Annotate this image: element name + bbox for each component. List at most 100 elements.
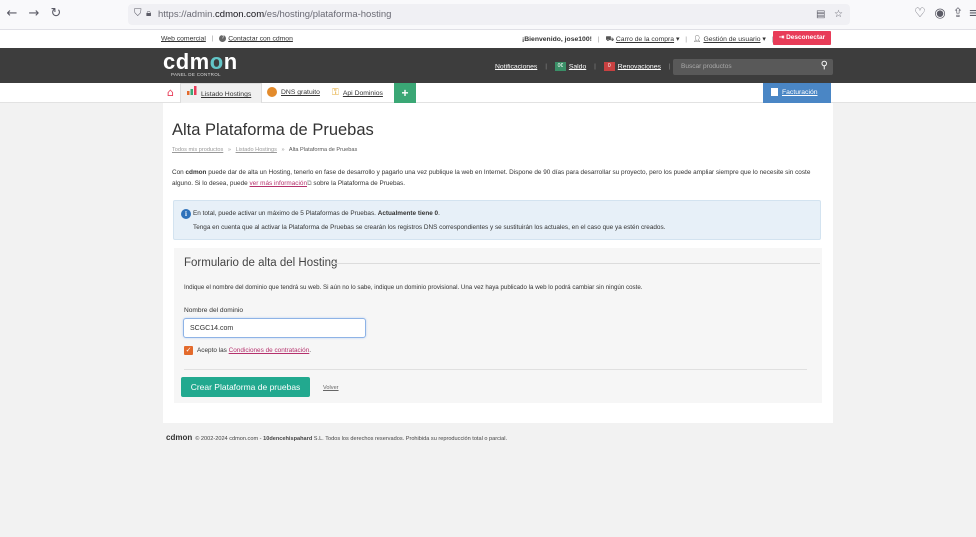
dns-icon bbox=[267, 87, 277, 98]
breadcrumb-item[interactable]: Listado Hostings bbox=[236, 147, 277, 153]
page-title: Alta Plataforma de Pruebas bbox=[172, 121, 374, 139]
accept-terms-label: Acepto las Condiciones de contratación. bbox=[197, 347, 311, 354]
breadcrumb-current: Alta Plataforma de Pruebas bbox=[288, 147, 358, 153]
top-right-links: ¡Bienvenido, jose100! | ⛟ Carro de la co… bbox=[522, 35, 778, 44]
separator: | bbox=[597, 36, 600, 43]
cdmon-logo[interactable]: cdmon bbox=[163, 51, 238, 73]
separator: | bbox=[668, 63, 671, 71]
user-icon: 👤︎ bbox=[692, 35, 702, 43]
accept-text: . bbox=[309, 347, 312, 354]
footer-text: S.L. Todos los derechos reservados. Proh… bbox=[312, 436, 508, 442]
contactar-link[interactable]: Contactar con cdmon bbox=[228, 35, 293, 42]
url-prefix: https://admin. bbox=[158, 9, 216, 20]
search-placeholder: Buscar productos bbox=[681, 63, 732, 70]
renovaciones-badge: 0 bbox=[603, 62, 615, 71]
chevron-down-icon[interactable]: ▾ bbox=[676, 36, 679, 43]
invoice-icon bbox=[771, 88, 778, 97]
shield-icon[interactable]: ⛉ bbox=[134, 7, 142, 21]
facturacion-link[interactable]: Facturación bbox=[782, 89, 818, 96]
pocket-icon[interactable]: ♡ bbox=[912, 6, 928, 22]
account-icon[interactable]: ◉ bbox=[932, 6, 948, 22]
notificaciones-link[interactable]: Notificaciones bbox=[495, 63, 537, 70]
crear-plataforma-button[interactable]: Crear Plataforma de pruebas bbox=[181, 377, 310, 397]
url-suffix: /es/hosting/plataforma-hosting bbox=[264, 9, 392, 20]
footer-company: 10dencehispahard bbox=[263, 436, 313, 442]
separator: | bbox=[594, 63, 596, 71]
volver-link[interactable]: Volver bbox=[323, 385, 339, 391]
logo-o: o bbox=[209, 49, 224, 74]
info-text: . bbox=[438, 210, 440, 217]
tab-label[interactable]: Listado Hostings bbox=[201, 91, 251, 98]
separator: | bbox=[211, 35, 214, 43]
search-input[interactable]: Buscar productos ⚲ bbox=[673, 59, 833, 75]
search-icon[interactable]: ⚲ bbox=[821, 60, 828, 71]
tab-dns-gratuito[interactable]: DNS gratuito bbox=[267, 83, 331, 103]
gestion-usuario-link[interactable]: Gestión de usuario bbox=[703, 36, 760, 43]
url-bar[interactable]: ⛉ 🔒︎ https://admin.cdmon.com/es/hosting/… bbox=[128, 4, 850, 25]
menu-icon[interactable]: ≡ bbox=[966, 6, 976, 22]
domain-input[interactable] bbox=[183, 318, 366, 338]
intro-text: Con bbox=[172, 169, 186, 176]
intro-text: sobre la Plataforma de Pruebas. bbox=[311, 180, 406, 187]
condiciones-link[interactable]: Condiciones de contratación bbox=[229, 347, 310, 354]
intro-paragraph: Con cdmon puede dar de alta un Hosting, … bbox=[172, 168, 822, 189]
bookmark-star-icon[interactable]: ☆ bbox=[834, 8, 843, 21]
bar-chart-icon bbox=[187, 84, 197, 104]
key-icon: ⚿ bbox=[332, 88, 339, 98]
saldo-badge: 0€ bbox=[554, 62, 566, 71]
welcome-text: ¡Bienvenido, jose100! bbox=[522, 36, 592, 43]
cart-icon: ⛟ bbox=[605, 35, 614, 43]
reader-view-icon[interactable]: ▤ bbox=[816, 8, 825, 21]
tab-facturacion[interactable]: Facturación bbox=[763, 83, 831, 103]
breadcrumb: Todos mis productos » Listado Hostings »… bbox=[172, 147, 357, 153]
info-line-2: Tenga en cuenta que al activar la Plataf… bbox=[193, 224, 666, 231]
back-arrow-icon[interactable]: ← bbox=[4, 6, 20, 22]
saldo-link[interactable]: Saldo bbox=[569, 63, 586, 70]
tab-label[interactable]: DNS gratuito bbox=[281, 89, 320, 96]
share-icon[interactable]: ⇪ bbox=[950, 6, 966, 22]
divider bbox=[184, 369, 807, 370]
tab-label[interactable]: Api Dominios bbox=[343, 90, 383, 97]
header-links: Notificaciones | 0€ Saldo | 0 Renovaciones… bbox=[495, 62, 677, 71]
form-title: Formulario de alta del Hosting bbox=[184, 257, 338, 269]
footer: cdmon © 2002-2024 cdmon.com - 10dencehisp… bbox=[166, 433, 507, 442]
tab-listado-hostings[interactable]: Listado Hostings bbox=[180, 83, 262, 103]
browser-toolbar: ← → ↻ ⛉ 🔒︎ https://admin.cdmon.com/es/ho… bbox=[0, 0, 976, 30]
desconectar-button[interactable]: ⇥ Desconectar bbox=[773, 31, 831, 45]
tab-api-dominios[interactable]: ⚿ Api Dominios bbox=[332, 83, 392, 103]
info-icon: i bbox=[181, 209, 191, 219]
carro-link[interactable]: Carro de la compra bbox=[616, 36, 674, 43]
separator: | bbox=[545, 63, 547, 71]
accept-terms-checkbox[interactable]: ✓ bbox=[184, 346, 193, 355]
breadcrumb-sep: » bbox=[281, 147, 285, 153]
reload-icon[interactable]: ↻ bbox=[48, 6, 64, 22]
info-box: i En total, puede activar un máximo de 5… bbox=[173, 200, 821, 240]
chevron-down-icon[interactable]: ▾ bbox=[762, 36, 765, 43]
intro-brand: cdmon bbox=[185, 169, 207, 176]
top-left-links: Web comercial | ? Contactar con cdmon bbox=[161, 35, 293, 42]
logo-text: cdm bbox=[163, 49, 210, 74]
info-count: Actualmente tiene 0 bbox=[377, 210, 439, 217]
help-icon: ? bbox=[219, 35, 227, 42]
home-icon[interactable]: ⌂ bbox=[167, 86, 174, 99]
footer-logo: cdmon bbox=[166, 433, 193, 442]
web-comercial-link[interactable]: Web comercial bbox=[161, 35, 206, 42]
info-text: En total, puede activar un máximo de 5 P… bbox=[193, 210, 378, 217]
renovaciones-link[interactable]: Renovaciones bbox=[618, 63, 661, 70]
url-domain: cdmon.com bbox=[215, 9, 265, 20]
form-description: Indique el nombre del dominio que tendrá… bbox=[184, 284, 643, 291]
forward-arrow-icon[interactable]: → bbox=[26, 6, 42, 22]
mas-informacion-link[interactable]: ver más información bbox=[249, 180, 307, 187]
divider bbox=[332, 263, 820, 264]
separator: | bbox=[685, 36, 688, 43]
url-text[interactable]: https://admin.cdmon.com/es/hosting/plata… bbox=[158, 8, 391, 21]
desconectar-label: Desconectar bbox=[786, 34, 826, 41]
breadcrumb-sep: » bbox=[227, 147, 231, 153]
footer-text: © 2002-2024 cdmon.com - bbox=[195, 436, 264, 442]
info-line-1: En total, puede activar un máximo de 5 P… bbox=[193, 210, 440, 217]
logo-n: n bbox=[223, 49, 238, 74]
domain-label: Nombre del dominio bbox=[184, 307, 244, 314]
add-tab-button[interactable]: + bbox=[394, 83, 416, 103]
breadcrumb-item[interactable]: Todos mis productos bbox=[172, 147, 223, 153]
lock-icon[interactable]: 🔒︎ bbox=[146, 7, 151, 21]
